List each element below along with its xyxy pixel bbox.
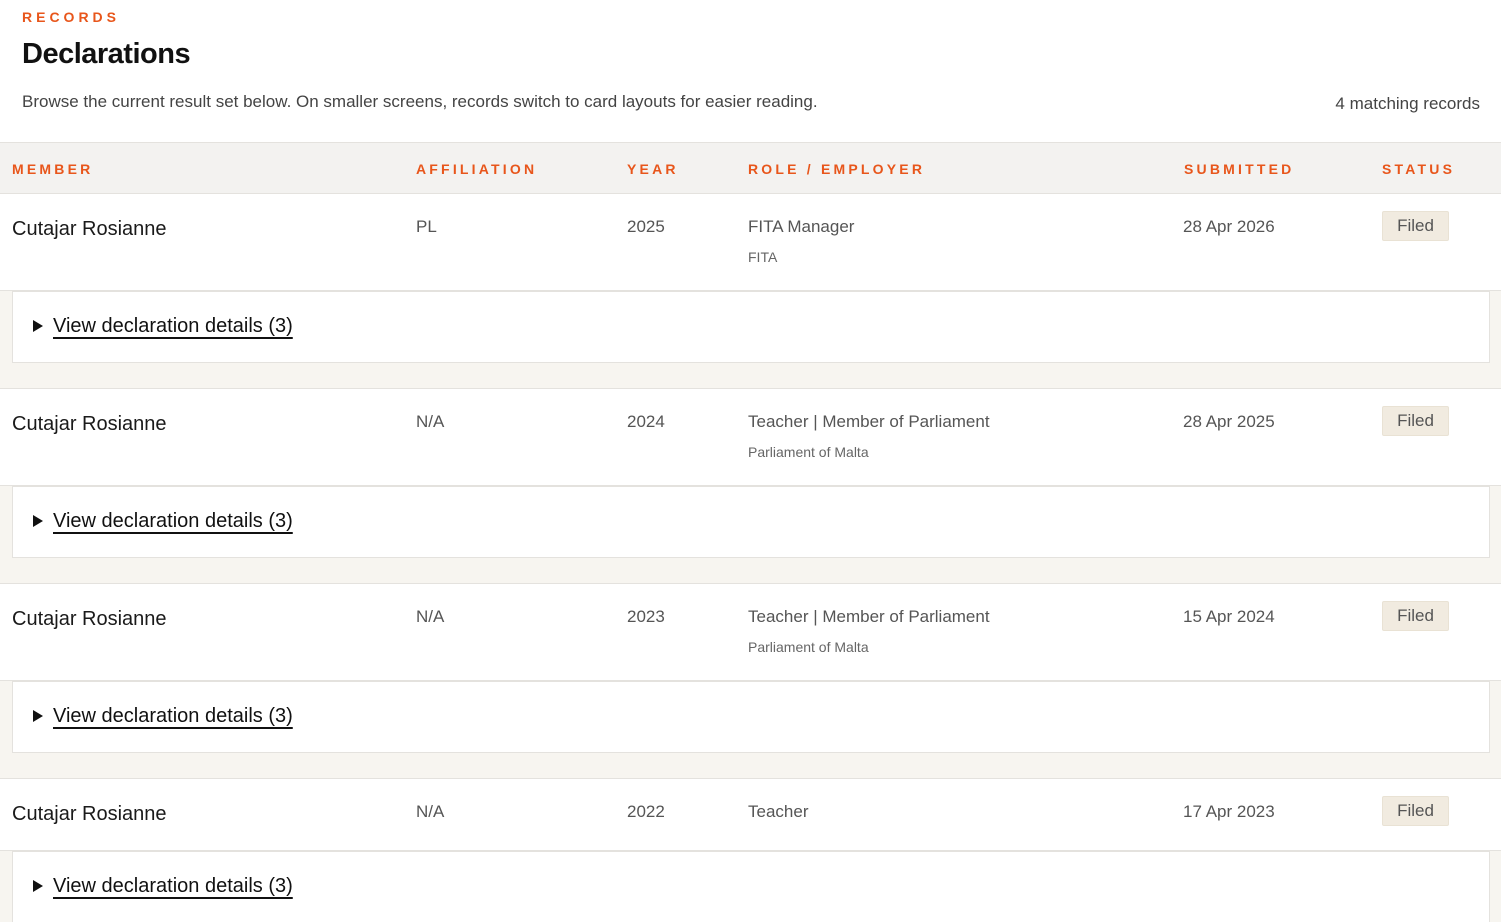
page-title: Declarations [22,38,191,70]
role: Teacher [748,802,809,821]
role: Teacher | Member of Parliament [748,412,990,431]
role: FITA Manager [748,217,855,236]
details-container: View declaration details (3) [0,851,1501,922]
affiliation: N/A [416,802,445,821]
affiliation: N/A [416,412,445,431]
column-header-status: STATUS [1382,161,1456,177]
disclosure-triangle-right-icon[interactable] [33,515,43,527]
declaration-details-disclosure[interactable]: View declaration details (3) [12,291,1490,363]
status-badge: Filed [1382,601,1449,631]
table-row: Cutajar Rosianne N/A 2023 Teacher | Memb… [0,584,1501,680]
details-container: View declaration details (3) [0,291,1501,388]
declarations-table: MEMBER AFFILIATION YEAR ROLE / EMPLOYER … [0,142,1501,922]
declaration-details-disclosure[interactable]: View declaration details (3) [12,851,1490,922]
details-container: View declaration details (3) [0,486,1501,583]
status-badge: Filed [1382,796,1449,826]
disclosure-triangle-right-icon[interactable] [33,880,43,892]
submitted-date: 28 Apr 2026 [1183,217,1275,236]
view-declaration-details-link[interactable]: View declaration details (3) [53,875,293,898]
disclosure-triangle-right-icon[interactable] [33,710,43,722]
declaration-details-disclosure[interactable]: View declaration details (3) [12,681,1490,753]
year: 2025 [627,217,665,236]
employer: FITA [748,249,778,265]
employer: Parliament of Malta [748,639,869,655]
intro-text: Browse the current result set below. On … [22,92,818,111]
year: 2022 [627,802,665,821]
status-badge: Filed [1382,211,1449,241]
column-header-submitted: SUBMITTED [1184,161,1295,177]
submitted-date: 15 Apr 2024 [1183,607,1275,626]
column-header-member: MEMBER [12,161,94,177]
year: 2024 [627,412,665,431]
role: Teacher | Member of Parliament [748,607,990,626]
declarations-page: RECORDS Declarations Browse the current … [0,0,1501,922]
year: 2023 [627,607,665,626]
member-name: Cutajar Rosianne [12,608,167,630]
affiliation: PL [416,217,437,236]
table-row: Cutajar Rosianne N/A 2022 Teacher 17 Apr… [0,779,1501,850]
affiliation: N/A [416,607,445,626]
view-declaration-details-link[interactable]: View declaration details (3) [53,510,293,533]
table-header: MEMBER AFFILIATION YEAR ROLE / EMPLOYER … [0,142,1501,194]
submitted-date: 28 Apr 2025 [1183,412,1275,431]
column-header-role-employer: ROLE / EMPLOYER [748,161,926,177]
section-eyebrow: RECORDS [22,9,121,25]
submitted-date: 17 Apr 2023 [1183,802,1275,821]
member-name: Cutajar Rosianne [12,803,167,825]
table-row: Cutajar Rosianne PL 2025 FITA Manager FI… [0,194,1501,290]
view-declaration-details-link[interactable]: View declaration details (3) [53,705,293,728]
column-header-affiliation: AFFILIATION [416,161,538,177]
member-name: Cutajar Rosianne [12,218,167,240]
status-badge: Filed [1382,406,1449,436]
employer: Parliament of Malta [748,444,869,460]
member-name: Cutajar Rosianne [12,413,167,435]
declaration-details-disclosure[interactable]: View declaration details (3) [12,486,1490,558]
record-count: 4 matching records [1335,94,1480,113]
table-row: Cutajar Rosianne N/A 2024 Teacher | Memb… [0,389,1501,485]
view-declaration-details-link[interactable]: View declaration details (3) [53,315,293,338]
column-header-year: YEAR [627,161,679,177]
disclosure-triangle-right-icon[interactable] [33,320,43,332]
details-container: View declaration details (3) [0,681,1501,778]
